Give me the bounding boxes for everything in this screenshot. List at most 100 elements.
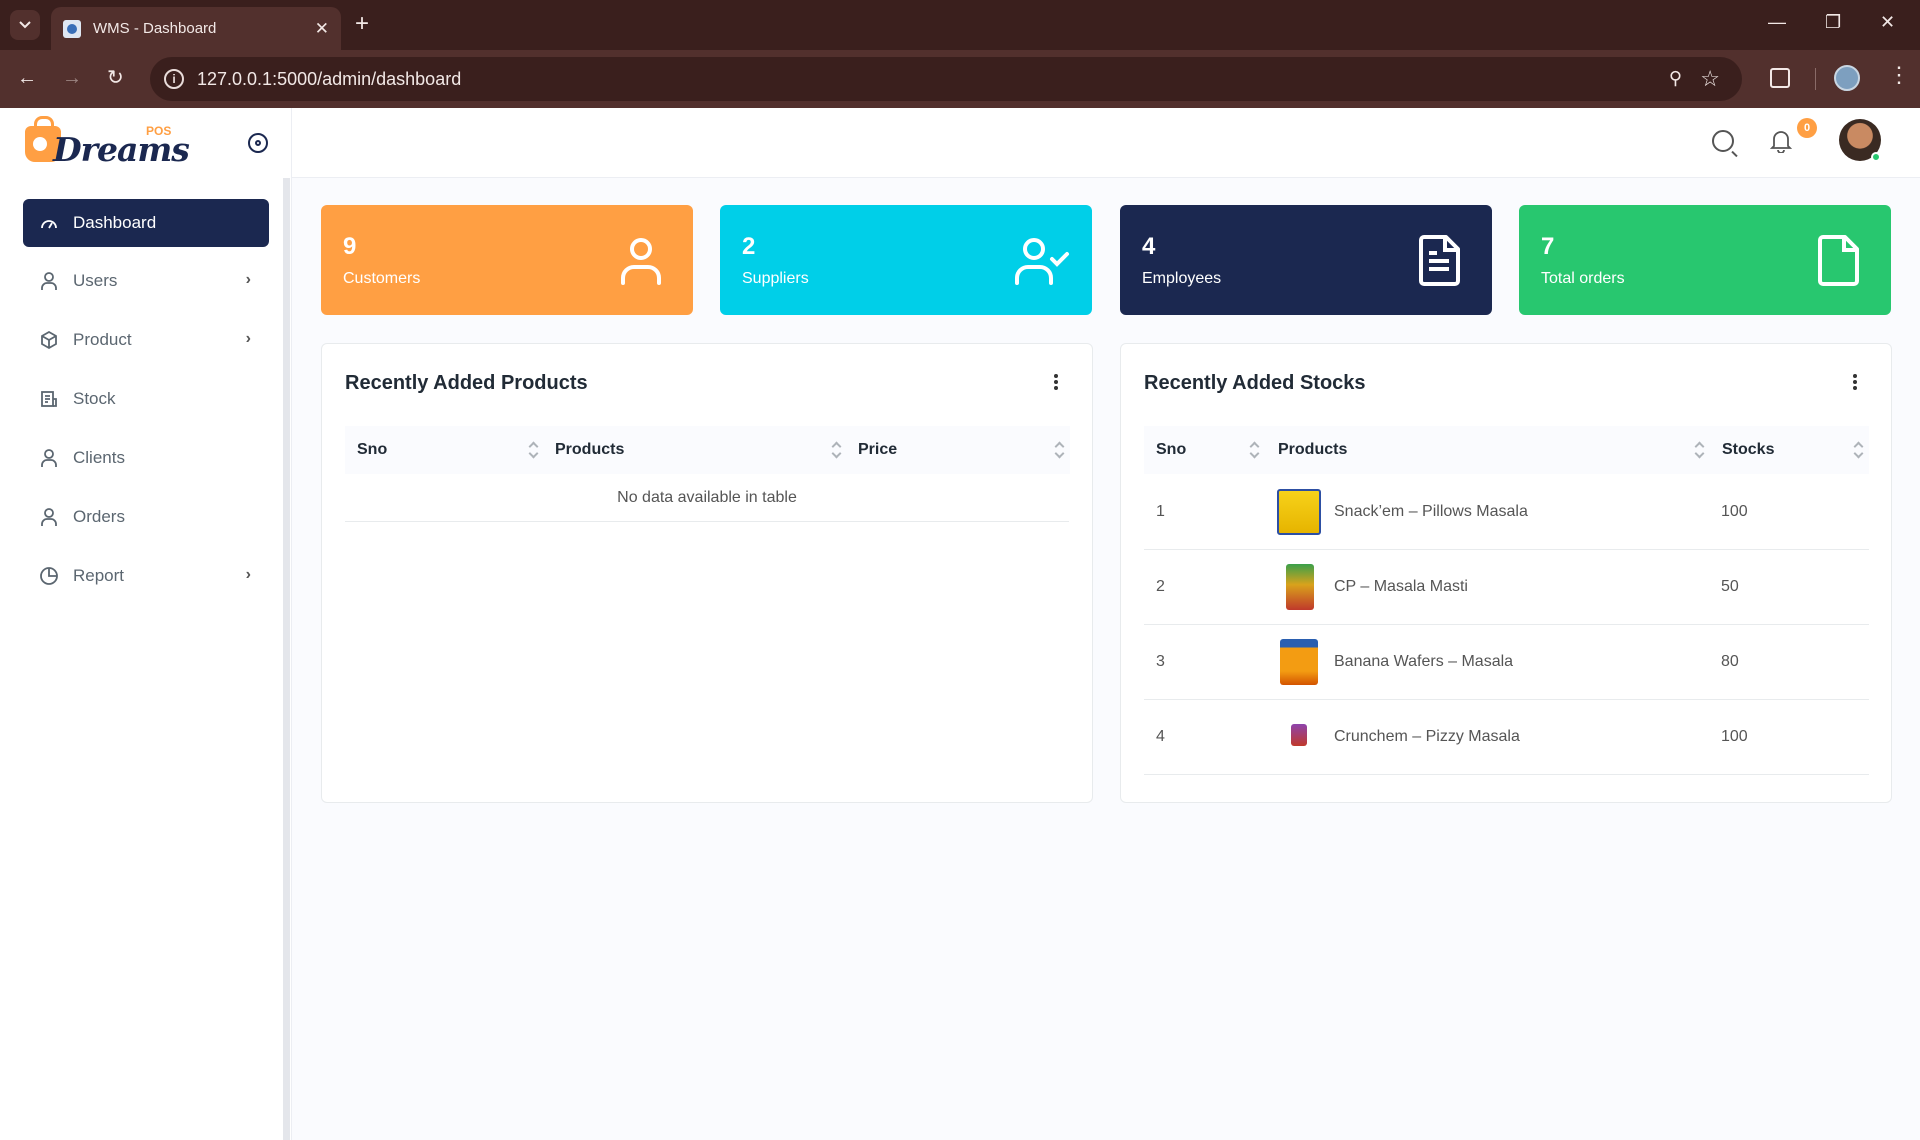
notification-badge: 0 xyxy=(1797,118,1817,138)
sidebar-item-label: Users xyxy=(73,271,118,290)
stat-value: 7 xyxy=(1541,233,1555,260)
bookmark-star-icon[interactable]: ☆ xyxy=(1700,66,1720,92)
sidebar-item-report[interactable]: Report › xyxy=(23,552,269,600)
user-icon xyxy=(39,271,59,291)
address-url[interactable]: 127.0.0.1:5000/admin/dashboard xyxy=(197,69,461,90)
cell-stock: 80 xyxy=(1721,653,1739,670)
stat-label: Total orders xyxy=(1541,270,1625,287)
pie-chart-icon xyxy=(39,566,59,586)
cell-sno: 4 xyxy=(1156,728,1165,745)
stat-card-customers[interactable]: 9 Customers xyxy=(321,205,693,315)
sort-icon[interactable] xyxy=(1695,440,1705,460)
cell-stock: 50 xyxy=(1721,578,1739,595)
recent-stocks-panel: Recently Added Stocks Sno Products Stock… xyxy=(1120,343,1892,803)
search-icon[interactable] xyxy=(1712,130,1734,152)
user-check-icon xyxy=(1015,238,1069,285)
toolbar-divider xyxy=(1815,68,1816,90)
forward-icon[interactable]: → xyxy=(62,68,82,88)
user-icon xyxy=(39,507,59,527)
sidebar-item-label: Product xyxy=(73,330,132,349)
top-header xyxy=(292,108,1920,178)
sort-icon[interactable] xyxy=(1055,440,1065,460)
sidebar-item-orders[interactable]: Orders xyxy=(23,493,269,541)
zoom-icon[interactable]: ⚲ xyxy=(1669,68,1682,89)
address-bar[interactable]: i 127.0.0.1:5000/admin/dashboard ⚲ ☆ xyxy=(150,57,1742,101)
tab-search-button[interactable] xyxy=(10,10,40,40)
stat-label: Employees xyxy=(1142,270,1222,287)
browser-profile-avatar[interactable] xyxy=(1834,65,1860,91)
product-thumbnail xyxy=(1277,489,1321,535)
site-info-icon[interactable]: i xyxy=(164,69,184,89)
empty-table-message: No data available in table xyxy=(345,474,1069,522)
dashboard-icon xyxy=(39,213,59,233)
back-icon[interactable]: ← xyxy=(17,68,37,88)
sort-icon[interactable] xyxy=(529,440,539,460)
sidebar-item-clients[interactable]: Clients xyxy=(23,434,269,482)
sort-icon[interactable] xyxy=(1854,440,1864,460)
user-icon xyxy=(621,238,661,285)
cell-product[interactable]: Snack’em – Pillows Masala xyxy=(1334,503,1528,521)
chevron-right-icon: › xyxy=(245,566,251,583)
minimize-icon[interactable]: — xyxy=(1768,12,1786,33)
sidebar-item-users[interactable]: Users › xyxy=(23,257,269,305)
new-tab-button[interactable]: + xyxy=(355,12,369,36)
sort-icon[interactable] xyxy=(832,440,842,460)
sidebar-item-label: Clients xyxy=(73,448,125,467)
sidebar-scrollbar[interactable] xyxy=(283,178,290,1140)
sidebar-item-label: Dashboard xyxy=(73,213,157,232)
sidebar-item-product[interactable]: Product › xyxy=(23,316,269,364)
table-header: Sno Products Price xyxy=(345,426,1070,474)
table-row[interactable]: 3 Banana Wafers – Masala 80 xyxy=(1144,625,1869,700)
panel-title: Recently Added Stocks xyxy=(1144,372,1366,394)
chevron-right-icon: › xyxy=(245,330,251,347)
table-row[interactable]: 1 Snack’em – Pillows Masala 100 xyxy=(1144,475,1869,550)
more-options-icon[interactable] xyxy=(1054,374,1058,390)
sidebar-toggle-icon[interactable] xyxy=(248,133,268,153)
tab-close-icon[interactable]: ✕ xyxy=(315,19,329,39)
more-options-icon[interactable] xyxy=(1853,374,1857,390)
cell-product[interactable]: Banana Wafers – Masala xyxy=(1334,653,1513,671)
column-header-sno[interactable]: Sno xyxy=(1156,426,1186,474)
sidebar-item-label: Report xyxy=(73,566,125,585)
restore-icon[interactable]: ❐ xyxy=(1825,12,1841,33)
tab-title: WMS - Dashboard xyxy=(93,20,217,37)
column-header-products[interactable]: Products xyxy=(1278,426,1347,474)
notification-bell-icon[interactable] xyxy=(1769,129,1793,154)
product-thumbnail xyxy=(1291,724,1307,746)
reload-icon[interactable]: ↻ xyxy=(107,68,124,88)
brand-badge: POS xyxy=(146,124,172,138)
table-header: Sno Products Stocks xyxy=(1144,426,1869,474)
favicon-icon xyxy=(63,19,81,38)
cell-sno: 2 xyxy=(1156,578,1165,595)
window-close-icon[interactable]: ✕ xyxy=(1880,12,1895,33)
column-header-products[interactable]: Products xyxy=(555,426,624,474)
cell-sno: 1 xyxy=(1156,503,1165,520)
column-header-sno[interactable]: Sno xyxy=(357,426,387,474)
browser-tab-active[interactable]: WMS - Dashboard ✕ xyxy=(51,7,341,50)
stat-card-suppliers[interactable]: 2 Suppliers xyxy=(720,205,1092,315)
column-header-price[interactable]: Price xyxy=(858,426,897,474)
recent-products-panel: Recently Added Products Sno Products Pri… xyxy=(321,343,1093,803)
column-header-stocks[interactable]: Stocks xyxy=(1722,426,1774,474)
sidebar-item-stock[interactable]: Stock xyxy=(23,375,269,423)
product-thumbnail xyxy=(1286,564,1314,610)
stat-value: 9 xyxy=(343,233,357,260)
sidebar-item-dashboard[interactable]: Dashboard xyxy=(23,199,269,247)
file-icon xyxy=(1818,235,1859,286)
cell-stock: 100 xyxy=(1721,728,1748,745)
browser-menu-icon[interactable]: ⋮ xyxy=(1888,64,1910,86)
sidebar-item-label: Orders xyxy=(73,507,125,526)
cell-product[interactable]: CP – Masala Masti xyxy=(1334,578,1468,596)
stat-card-employees[interactable]: 4 Employees xyxy=(1120,205,1492,315)
brand-logo[interactable]: Dreams POS xyxy=(25,116,190,169)
sort-icon[interactable] xyxy=(1250,440,1260,460)
stat-value: 4 xyxy=(1142,233,1156,260)
stat-label: Customers xyxy=(343,270,421,287)
table-row[interactable]: 4 Crunchem – Pizzy Masala 100 xyxy=(1144,700,1869,775)
cell-product[interactable]: Crunchem – Pizzy Masala xyxy=(1334,728,1520,746)
table-row[interactable]: 2 CP – Masala Masti 50 xyxy=(1144,550,1869,625)
panel-title: Recently Added Products xyxy=(345,372,588,394)
stat-card-total-orders[interactable]: 7 Total orders xyxy=(1519,205,1891,315)
stat-label: Suppliers xyxy=(742,270,809,287)
extensions-icon[interactable] xyxy=(1770,68,1790,88)
